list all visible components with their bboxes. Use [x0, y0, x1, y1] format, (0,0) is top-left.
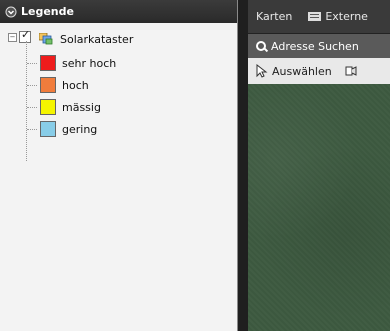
top-tabbar: Karten Externe — [248, 0, 390, 34]
color-swatch-massig — [40, 99, 56, 115]
legend-item-label: gering — [62, 123, 98, 136]
map-canvas[interactable] — [248, 84, 390, 331]
color-swatch-hoch — [40, 77, 56, 93]
tab-label: Externe — [325, 10, 368, 23]
legend-tree: − ✓ Solarkataster sehr hoch hoch mässig … — [0, 23, 237, 161]
color-swatch-sehr-hoch — [40, 55, 56, 71]
layer-checkbox[interactable]: ✓ — [19, 28, 31, 43]
map-toolbar: Auswählen — [248, 58, 390, 85]
legend-item: gering — [0, 119, 237, 141]
list-icon — [308, 12, 322, 21]
tab-label: Karten — [256, 10, 293, 23]
layer-group-icon — [39, 33, 53, 45]
tab-karten[interactable]: Karten — [248, 0, 300, 33]
address-search-bar[interactable]: Adresse Suchen — [248, 34, 390, 58]
tool-icon[interactable] — [344, 64, 358, 78]
legend-item: hoch — [0, 75, 237, 97]
color-swatch-gering — [40, 121, 56, 137]
legend-header[interactable]: Legende — [0, 0, 237, 23]
collapse-icon[interactable] — [3, 4, 19, 20]
tree-expander-icon[interactable]: − — [8, 33, 17, 42]
legend-title: Legende — [21, 5, 74, 18]
search-label: Adresse Suchen — [271, 39, 359, 53]
legend-item: mässig — [0, 97, 237, 119]
map-area: Karten Externe Adresse Suchen Auswählen — [248, 0, 390, 331]
legend-panel: Legende − ✓ Solarkataster sehr hoch hoch — [0, 0, 238, 331]
select-tool-label: Auswählen — [272, 64, 332, 78]
panel-divider[interactable] — [238, 0, 248, 331]
select-tool-button[interactable]: Auswählen — [256, 64, 332, 78]
legend-item-label: mässig — [62, 101, 101, 114]
layer-row[interactable]: − ✓ Solarkataster — [0, 28, 237, 49]
checkmark-icon: ✓ — [21, 28, 31, 41]
search-icon — [256, 40, 267, 52]
layer-name: Solarkataster — [60, 33, 134, 46]
legend-item-label: hoch — [62, 79, 89, 92]
cursor-icon — [256, 64, 268, 78]
legend-item-label: sehr hoch — [62, 57, 117, 70]
tab-externe[interactable]: Externe — [300, 0, 376, 33]
legend-item: sehr hoch — [0, 53, 237, 75]
